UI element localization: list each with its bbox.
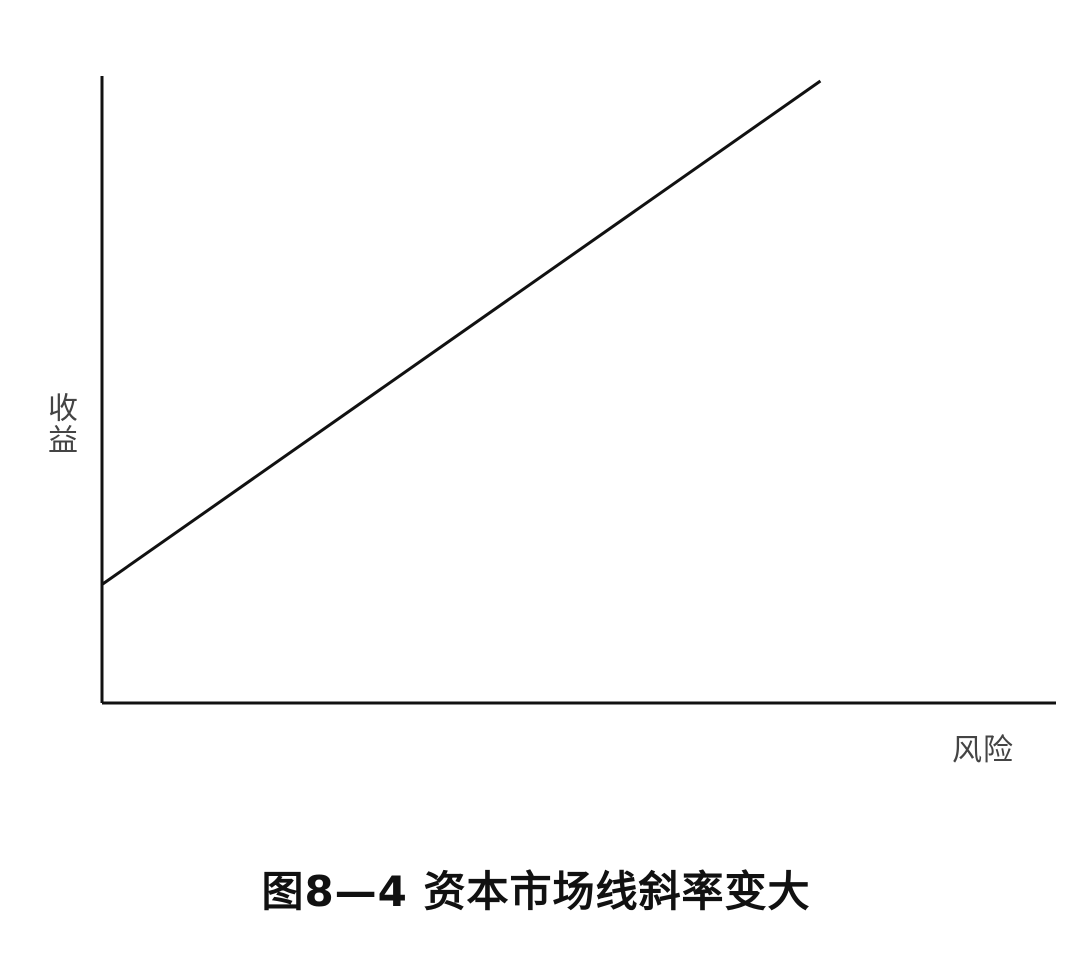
y-axis-label: 收益 <box>42 392 77 456</box>
chart-title: 图8—4 资本市场线斜率变大 <box>261 867 811 916</box>
x-axis-label: 风险 <box>952 733 1014 768</box>
chart <box>100 76 1056 705</box>
series-line-0 <box>101 79 822 586</box>
series-layer <box>101 79 822 586</box>
